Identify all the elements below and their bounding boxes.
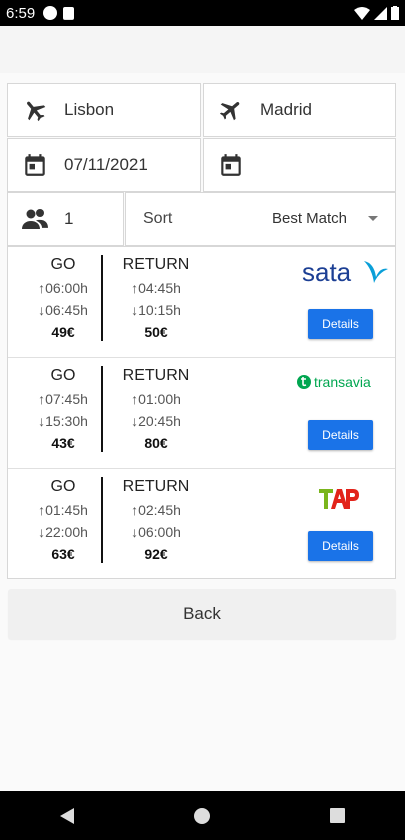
origin-value: Lisbon — [64, 100, 115, 119]
go-price: 63€ — [51, 546, 75, 562]
return-price: 80€ — [144, 435, 168, 451]
return-date-field[interactable] — [203, 138, 396, 192]
back-button[interactable]: Back — [8, 589, 396, 639]
return-arrival-time: 20:45h — [138, 413, 181, 429]
calendar-icon — [21, 151, 49, 179]
go-departure-time: 06:00h — [45, 280, 88, 296]
destination-value: Madrid — [260, 100, 312, 119]
go-departure-time: 01:45h — [45, 502, 88, 518]
return-arrival-time: 10:15h — [138, 302, 181, 318]
depart-date-value: 07/11/2021 — [64, 155, 148, 174]
return-departure-time: 02:45h — [138, 502, 181, 518]
go-price: 49€ — [51, 324, 75, 340]
go-column: GO ↑07:45h ↓15:30h 43€ — [23, 367, 103, 454]
go-column: GO ↑01:45h ↓22:00h 63€ — [23, 478, 103, 565]
sort-select-value[interactable]: Best Match — [272, 210, 347, 227]
sort-label: Sort — [143, 210, 173, 227]
results-list: GO ↑06:00h ↓06:45h 49€ RETURN ↑04:45h ↓1… — [7, 246, 396, 579]
go-arrival-time: 22:00h — [45, 524, 88, 540]
return-label: RETURN — [122, 367, 190, 384]
calendar-icon — [217, 151, 245, 179]
column-divider — [101, 366, 103, 452]
status-bar: 6:59 — [0, 0, 405, 26]
details-button[interactable]: Details — [308, 531, 373, 561]
return-departure-time: 04:45h — [138, 280, 181, 296]
nav-recents-icon[interactable] — [330, 808, 345, 823]
origin-field[interactable]: Lisbon — [7, 83, 201, 137]
go-arrival-time: 06:45h — [45, 302, 88, 318]
return-departure-time: 01:00h — [138, 391, 181, 407]
return-arrival-time: 06:00h — [138, 524, 181, 540]
wifi-icon — [354, 6, 370, 20]
svg-text:transavia: transavia — [314, 374, 371, 390]
return-price: 92€ — [144, 546, 168, 562]
sata-logo: sata — [302, 257, 388, 292]
flight-card: GO ↑01:45h ↓22:00h 63€ RETURN ↑02:45h ↓0… — [8, 469, 395, 580]
details-button[interactable]: Details — [308, 420, 373, 450]
dropdown-arrow-icon[interactable] — [368, 216, 378, 221]
passengers-value: 1 — [64, 209, 74, 228]
details-button[interactable]: Details — [308, 309, 373, 339]
destination-field[interactable]: Madrid — [203, 83, 396, 137]
airplane-arrival-icon — [217, 96, 245, 124]
svg-text:sata: sata — [302, 257, 352, 287]
nav-home-icon[interactable] — [194, 807, 210, 824]
transavia-logo: transavia — [296, 373, 382, 396]
airplane-departure-icon — [21, 96, 49, 124]
battery-icon — [391, 6, 399, 20]
go-column: GO ↑06:00h ↓06:45h 49€ — [23, 256, 103, 343]
return-price: 50€ — [144, 324, 168, 340]
navigation-bar — [0, 791, 405, 840]
app-bar — [0, 26, 405, 73]
signal-icon — [374, 6, 387, 20]
return-label: RETURN — [122, 256, 190, 273]
go-label: GO — [50, 478, 76, 495]
return-column: RETURN ↑04:45h ↓10:15h 50€ — [116, 256, 196, 343]
depart-date-field[interactable]: 07/11/2021 — [7, 138, 201, 192]
app-notification-icon — [43, 6, 58, 20]
go-label: GO — [50, 367, 76, 384]
passengers-field[interactable]: 1 — [7, 192, 124, 246]
status-time: 6:59 — [6, 4, 36, 22]
go-arrival-time: 15:30h — [45, 413, 88, 429]
flight-card: GO ↑07:45h ↓15:30h 43€ RETURN ↑01:00h ↓2… — [8, 358, 395, 469]
go-price: 43€ — [51, 435, 75, 451]
return-column: RETURN ↑02:45h ↓06:00h 92€ — [116, 478, 196, 565]
column-divider — [101, 255, 103, 341]
go-departure-time: 07:45h — [45, 391, 88, 407]
return-label: RETURN — [122, 478, 190, 495]
people-icon — [21, 205, 49, 233]
flight-card: GO ↑06:00h ↓06:45h 49€ RETURN ↑04:45h ↓1… — [8, 247, 395, 358]
nav-back-icon[interactable] — [60, 807, 74, 824]
return-column: RETURN ↑01:00h ↓20:45h 80€ — [116, 367, 196, 454]
tap-logo — [319, 487, 359, 516]
go-label: GO — [50, 256, 76, 273]
column-divider — [101, 477, 103, 563]
sd-card-icon — [63, 6, 75, 20]
